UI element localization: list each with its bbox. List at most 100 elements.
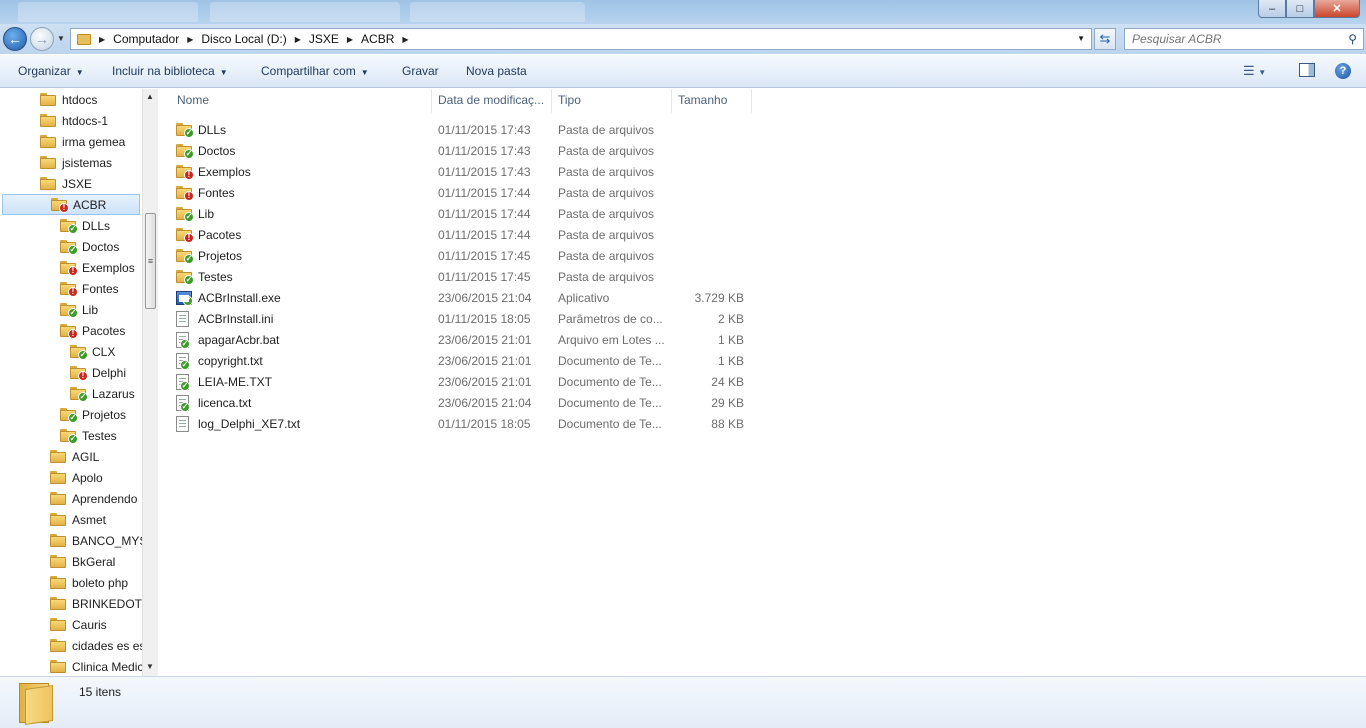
search-icon[interactable]: ⚲ [1348, 32, 1357, 46]
tree-item-label: AGIL [72, 449, 100, 464]
file-row[interactable]: ! Exemplos 01/11/2015 17:43 Pasta de arquiv… [176, 161, 756, 182]
column-header-type[interactable]: Tipo [552, 89, 672, 113]
tree-item[interactable]: ! Delphi [70, 362, 126, 383]
tree-item-label: BRINKEDOTE [72, 596, 151, 611]
address-bar[interactable]: ▶ Computador ▶ Disco Local (D:) ▶ JSXE ▶… [70, 28, 1092, 50]
tree-item[interactable]: ✓ Lib [60, 299, 98, 320]
chevron-right-icon[interactable]: ▶ [402, 35, 408, 44]
file-row[interactable]: ✓ licenca.txt 23/06/2015 21:04 Documento de… [176, 392, 756, 413]
tree-item[interactable]: Cauris [50, 614, 107, 635]
folder-icon [50, 597, 66, 610]
file-row[interactable]: ✓ LEIA-ME.TXT 23/06/2015 21:01 Documento de… [176, 371, 756, 392]
new-folder-button[interactable]: Nova pasta [466, 64, 527, 78]
tree-item[interactable]: ✓ Projetos [60, 404, 126, 425]
file-date: 01/11/2015 18:05 [438, 311, 531, 326]
include-library-menu[interactable]: Incluir na biblioteca ▼ [112, 64, 228, 78]
file-row[interactable]: ✓ copyright.txt 23/06/2015 21:01 Documento … [176, 350, 756, 371]
tree-item[interactable]: ! Exemplos [60, 257, 135, 278]
tree-item[interactable]: jsistemas [40, 152, 112, 173]
tree-item[interactable]: BANCO_MYS [50, 530, 147, 551]
column-header-modified[interactable]: Data de modificaç... [432, 89, 552, 113]
refresh-button[interactable]: ⇆ [1094, 28, 1116, 50]
share-with-menu[interactable]: Compartilhar com ▼ [261, 64, 369, 78]
view-options-icon[interactable]: ☰ ▼ [1243, 63, 1266, 79]
breadcrumb-acbr[interactable]: ACBR [361, 32, 394, 46]
tree-item[interactable]: cidades es es [50, 635, 145, 656]
tree-item[interactable]: ✓ Lazarus [70, 383, 135, 404]
file-row[interactable]: ✓ ACBrInstall.exe 23/06/2015 21:04 Aplicati… [176, 287, 756, 308]
scroll-up-arrow[interactable]: ▲ [146, 92, 154, 101]
document-icon [176, 415, 189, 432]
burn-button[interactable]: Gravar [402, 64, 439, 78]
search-input[interactable] [1132, 32, 1342, 46]
chevron-right-icon[interactable]: ▶ [347, 35, 353, 44]
tree-item[interactable]: Asmet [50, 509, 106, 530]
file-name: Testes [198, 269, 233, 284]
breadcrumb-jsxe[interactable]: JSXE [309, 32, 339, 46]
chevron-right-icon[interactable]: ▶ [99, 35, 105, 44]
scroll-down-arrow[interactable]: ▼ [146, 662, 154, 671]
breadcrumb-disco-local[interactable]: Disco Local (D:) [201, 32, 286, 46]
file-name: Exemplos [198, 164, 251, 179]
address-history-dropdown[interactable]: ▼ [1077, 34, 1085, 43]
navigation-scrollbar[interactable]: ▲ ≡ ▼ [142, 89, 158, 676]
folder-icon [50, 555, 66, 568]
caret-down-icon: ▼ [75, 68, 84, 77]
background-window-tab [18, 2, 198, 22]
tree-item[interactable]: AGIL [50, 446, 99, 467]
tree-item[interactable]: Clinica Medic [50, 656, 143, 676]
chevron-right-icon[interactable]: ▶ [187, 35, 193, 44]
recent-pages-dropdown[interactable]: ▼ [57, 34, 65, 43]
tree-item[interactable]: Aprendendo [50, 488, 137, 509]
tree-item[interactable]: ✓ DLLs [60, 215, 110, 236]
column-header-size[interactable]: Tamanho [672, 89, 752, 113]
file-name: Pacotes [198, 227, 242, 242]
tree-item[interactable]: boleto php [50, 572, 128, 593]
file-row[interactable]: ✓ Projetos 01/11/2015 17:45 Pasta de arquiv… [176, 245, 756, 266]
file-list[interactable]: Nome ˆ Data de modificaç... Tipo Tamanho … [159, 89, 1366, 676]
file-row[interactable]: log_Delphi_XE7.txt 01/11/2015 18:05 Docume… [176, 413, 756, 434]
tree-item[interactable]: BRINKEDOTE [50, 593, 150, 614]
file-row[interactable]: ✓ Lib 01/11/2015 17:44 Pasta de arquivos [176, 203, 756, 224]
close-button[interactable]: ✕ [1314, 0, 1360, 18]
file-row[interactable]: ACBrInstall.ini 01/11/2015 18:05 Parâmetro… [176, 308, 756, 329]
file-size: 88 KB [711, 416, 744, 431]
navigation-pane[interactable]: htdocs htdocs-1 irma gemea jsistemas JSXE! AC… [0, 89, 158, 676]
minimize-button[interactable]: – [1258, 0, 1286, 18]
folder-synced-icon: ✓ [60, 429, 78, 444]
tree-item[interactable]: ✓ Doctos [60, 236, 119, 257]
file-row[interactable]: ✓ Testes 01/11/2015 17:45 Pasta de arquivos [176, 266, 756, 287]
back-button[interactable]: ← [3, 27, 27, 51]
scrollbar-thumb[interactable]: ≡ [145, 213, 156, 309]
file-row[interactable]: ! Fontes 01/11/2015 17:44 Pasta de arquivos [176, 182, 756, 203]
tree-item[interactable]: htdocs [40, 89, 97, 110]
file-type: Pasta de arquivos [558, 206, 655, 221]
tree-item[interactable]: ✓ Testes [60, 425, 117, 446]
tree-item[interactable]: ! ACBR [2, 194, 140, 215]
tree-item[interactable]: htdocs-1 [40, 110, 108, 131]
folder-error-icon: ! [70, 366, 88, 381]
tree-item[interactable]: JSXE [40, 173, 92, 194]
document-icon: ✓ [176, 352, 190, 370]
organize-menu[interactable]: Organizar ▼ [18, 64, 84, 78]
file-row[interactable]: ! Pacotes 01/11/2015 17:44 Pasta de arquivo… [176, 224, 756, 245]
file-row[interactable]: ✓ Doctos 01/11/2015 17:43 Pasta de arquivos [176, 140, 756, 161]
chevron-right-icon[interactable]: ▶ [295, 35, 301, 44]
maximize-button[interactable]: □ [1286, 0, 1314, 18]
folder-icon [50, 639, 66, 652]
file-date: 01/11/2015 17:43 [438, 164, 531, 179]
tree-item[interactable]: irma gemea [40, 131, 125, 152]
breadcrumb-computador[interactable]: Computador [113, 32, 179, 46]
help-button[interactable]: ? [1335, 63, 1351, 79]
column-header-name[interactable]: Nome ˆ [171, 89, 432, 113]
tree-item[interactable]: Apolo [50, 467, 103, 488]
file-row[interactable]: ✓ DLLs 01/11/2015 17:43 Pasta de arquivos [176, 119, 756, 140]
file-row[interactable]: ✓ apagarAcbr.bat 23/06/2015 21:01 Arquivo e… [176, 329, 756, 350]
forward-button[interactable]: → [30, 27, 54, 51]
preview-pane-icon[interactable] [1299, 63, 1315, 77]
tree-item[interactable]: ! Fontes [60, 278, 119, 299]
tree-item[interactable]: ! Pacotes [60, 320, 125, 341]
tree-item[interactable]: ✓ CLX [70, 341, 115, 362]
tree-item-label: Apolo [72, 470, 103, 485]
tree-item[interactable]: BkGeral [50, 551, 115, 572]
